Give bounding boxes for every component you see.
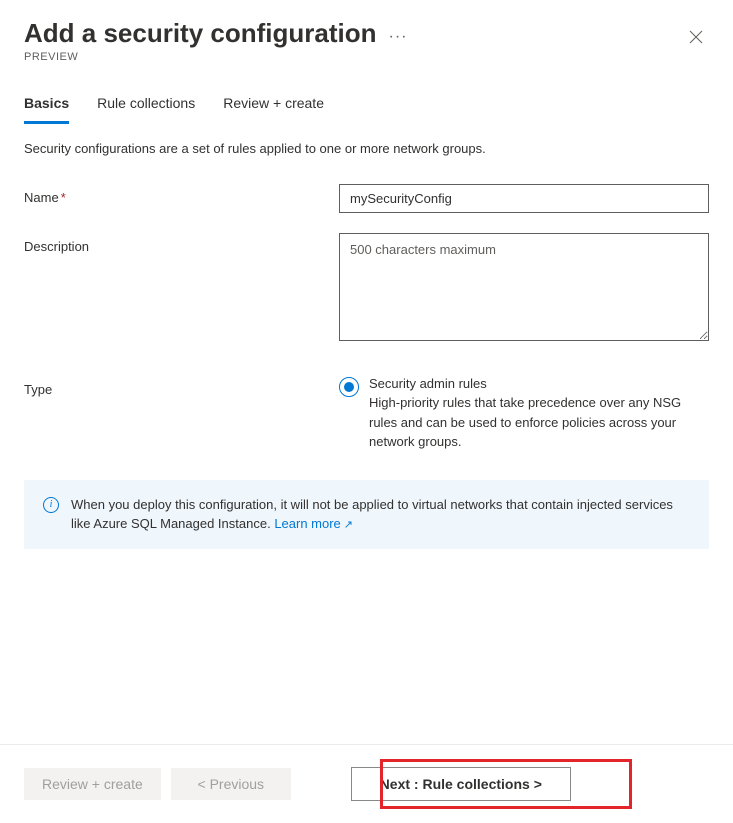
content: Security configurations are a set of rul… [0, 125, 733, 549]
description-label: Description [24, 233, 339, 254]
page-title: Add a security configuration [24, 18, 377, 49]
panel-header: Add a security configuration ··· PREVIEW [0, 0, 733, 63]
learn-more-text: Learn more [274, 516, 340, 531]
title-row: Add a security configuration ··· [24, 18, 407, 49]
name-label: Name* [24, 184, 339, 205]
more-options-button[interactable]: ··· [389, 22, 408, 46]
type-control: Security admin rules High-priority rules… [339, 376, 709, 452]
type-label: Type [24, 376, 339, 397]
form-row-name: Name* [24, 184, 709, 213]
description-control [339, 233, 709, 344]
footer: Review + create < Previous Next : Rule c… [0, 744, 733, 823]
close-icon [689, 30, 703, 44]
info-text-content: When you deploy this configuration, it w… [71, 497, 673, 532]
tab-rule-collections[interactable]: Rule collections [97, 87, 195, 124]
radio-security-admin-rules[interactable]: Security admin rules High-priority rules… [339, 376, 709, 452]
radio-button-icon [339, 377, 359, 397]
header-left: Add a security configuration ··· PREVIEW [24, 18, 407, 63]
info-box: i When you deploy this configuration, it… [24, 480, 709, 549]
preview-badge: PREVIEW [24, 51, 407, 63]
required-asterisk: * [61, 190, 66, 205]
form-row-description: Description [24, 233, 709, 344]
external-link-icon: ↗ [344, 519, 353, 531]
radio-selected-dot [344, 382, 354, 392]
next-button[interactable]: Next : Rule collections > [351, 767, 571, 801]
tabs: Basics Rule collections Review + create [0, 87, 733, 125]
form-row-type: Type Security admin rules High-priority … [24, 376, 709, 452]
review-create-button[interactable]: Review + create [24, 768, 161, 800]
previous-button[interactable]: < Previous [171, 768, 291, 800]
info-icon: i [43, 497, 59, 513]
name-control [339, 184, 709, 213]
radio-option-description: High-priority rules that take precedence… [369, 393, 709, 452]
tab-review-create[interactable]: Review + create [223, 87, 324, 124]
description-textarea[interactable] [339, 233, 709, 341]
info-text: When you deploy this configuration, it w… [71, 495, 690, 534]
tab-basics[interactable]: Basics [24, 87, 69, 124]
radio-option-label: Security admin rules [369, 376, 709, 391]
intro-text: Security configurations are a set of rul… [24, 141, 709, 156]
name-input[interactable] [339, 184, 709, 213]
radio-content: Security admin rules High-priority rules… [369, 376, 709, 452]
learn-more-link[interactable]: Learn more ↗ [274, 516, 353, 531]
name-label-text: Name [24, 190, 59, 205]
close-button[interactable] [683, 24, 709, 55]
